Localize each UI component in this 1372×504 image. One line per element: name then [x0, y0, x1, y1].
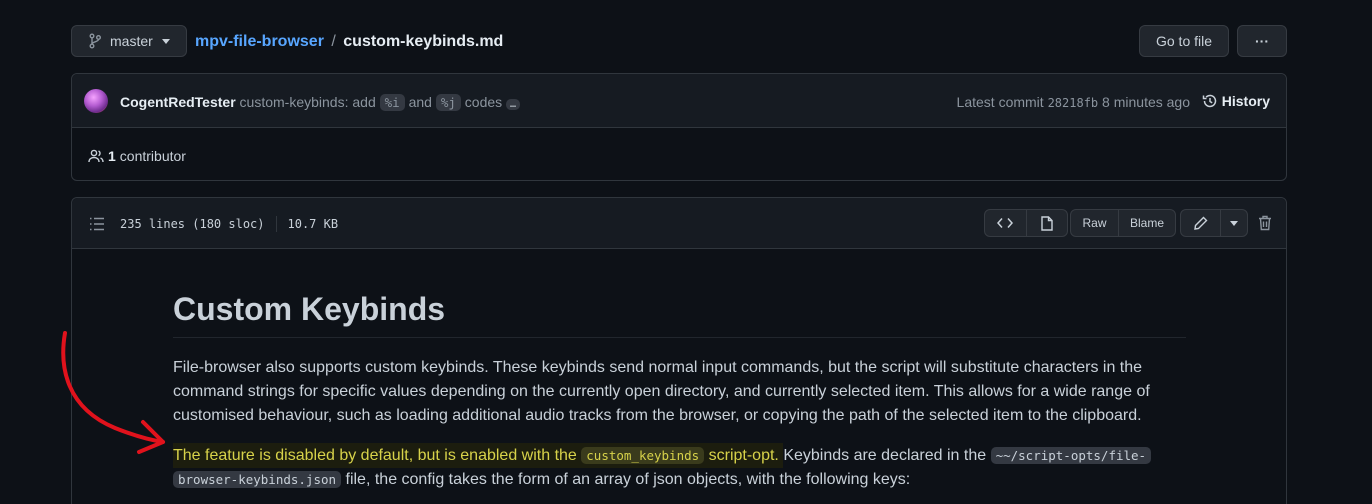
history-label: History	[1221, 93, 1270, 109]
file-box: 235 lines (180 sloc) 10.7 KB Raw Blame C…	[71, 197, 1287, 504]
raw-blame-group: Raw Blame	[1070, 209, 1176, 237]
people-icon	[88, 149, 104, 163]
highlight-sentence: The feature is disabled by default, but …	[173, 447, 577, 464]
history-icon	[1202, 93, 1218, 109]
paragraph-config: The feature is disabled by default, but …	[173, 443, 1183, 492]
highlight-end: script-opt.	[708, 447, 779, 464]
paragraph-intro: File-browser also supports custom keybin…	[173, 359, 1150, 424]
edit-dropdown-button[interactable]	[1221, 210, 1247, 236]
keybind-sentence: Keybinds are declared in the	[783, 447, 987, 464]
avatar[interactable]	[84, 89, 108, 113]
commit-time: 8 minutes ago	[1102, 94, 1190, 110]
pencil-icon	[1193, 216, 1208, 230]
code-path-part1: ~~/script-opts/file-	[990, 447, 1152, 464]
preview-button[interactable]	[1027, 210, 1068, 236]
file-name: custom-keybinds.md	[343, 33, 504, 50]
commit-author[interactable]: CogentRedTester	[120, 94, 236, 110]
heading-divider	[173, 337, 1186, 338]
config-sentence: file, the config takes the form of an ar…	[345, 471, 911, 488]
outline-icon[interactable]	[89, 217, 105, 231]
commit-message[interactable]: custom-keybinds: add	[240, 94, 376, 110]
caret-down-icon	[1230, 220, 1238, 226]
highlighted-text: The feature is disabled by default, but …	[173, 443, 784, 468]
edit-group	[1180, 209, 1248, 237]
commit-code-j: %j	[435, 94, 461, 111]
file-icon	[1041, 215, 1053, 231]
code-icon	[997, 217, 1014, 229]
branch-name: master	[110, 33, 153, 49]
commit-sha[interactable]: 28218fb	[1048, 96, 1099, 110]
page-title: Custom Keybinds	[173, 291, 446, 327]
repo-link[interactable]: mpv-file-browser	[195, 33, 324, 50]
code-custom-keybinds: custom_keybinds	[581, 447, 705, 464]
commit-and: and	[408, 94, 432, 110]
divider	[275, 216, 277, 232]
go-to-file-button[interactable]: Go to file	[1139, 25, 1229, 57]
breadcrumb-separator: /	[331, 33, 336, 50]
annotation-arrow	[61, 331, 165, 454]
branch-selector[interactable]: master	[71, 25, 187, 57]
history-link[interactable]: History	[1202, 93, 1270, 109]
contributor-label: contributor	[119, 148, 186, 164]
breadcrumb: mpv-file-browser / custom-keybinds.md	[195, 33, 503, 51]
code-view-button[interactable]	[985, 210, 1027, 236]
latest-commit-label: Latest commit	[956, 94, 1044, 110]
expand-commit-button[interactable]: …	[506, 99, 521, 110]
line-count: 235 lines (180 sloc)	[120, 217, 265, 231]
view-toggle	[984, 209, 1068, 237]
code-path-part2: browser-keybinds.json	[173, 471, 342, 488]
blame-button[interactable]: Blame	[1119, 210, 1175, 236]
contributor-count: 1	[108, 148, 116, 164]
commit-code-i: %i	[379, 94, 405, 111]
raw-button[interactable]: Raw	[1071, 210, 1119, 236]
caret-down-icon	[161, 38, 170, 44]
commit-box: CogentRedTester custom-keybinds: add %i …	[71, 73, 1287, 181]
file-size: 10.7 KB	[287, 217, 339, 231]
edit-button[interactable]	[1181, 210, 1221, 236]
git-branch-icon	[88, 33, 102, 49]
trash-icon[interactable]	[1258, 215, 1272, 231]
commit-codes: codes	[464, 94, 503, 110]
more-options-button[interactable]: ···	[1237, 25, 1287, 57]
contributors-link[interactable]: 1 contributor	[88, 148, 186, 164]
